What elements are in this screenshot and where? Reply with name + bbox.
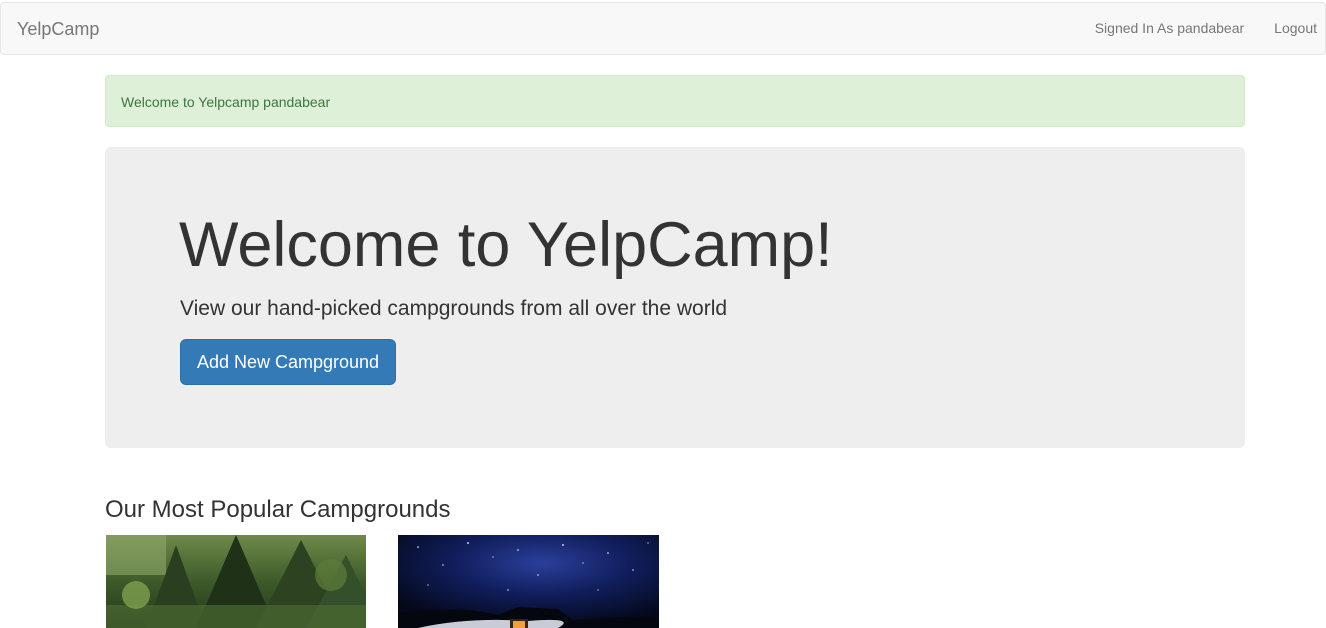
success-alert: Welcome to Yelpcamp pandabear bbox=[105, 75, 1245, 127]
forest-campground-image bbox=[106, 535, 366, 628]
page-title: Welcome to YelpCamp! bbox=[179, 210, 833, 280]
add-campground-button[interactable]: Add New Campground bbox=[180, 339, 396, 385]
alert-message: Welcome to Yelpcamp pandabear bbox=[121, 94, 331, 110]
navbar-right: Signed In As pandabear Logout bbox=[1095, 20, 1317, 36]
brand-link[interactable]: YelpCamp bbox=[17, 19, 99, 40]
section-title: Our Most Popular Campgrounds bbox=[105, 496, 451, 523]
signed-in-link[interactable]: Signed In As pandabear bbox=[1095, 20, 1244, 36]
navbar: YelpCamp Signed In As pandabear Logout bbox=[0, 2, 1326, 55]
jumbotron: Welcome to YelpCamp! View our hand-picke… bbox=[105, 147, 1245, 448]
logout-link[interactable]: Logout bbox=[1274, 20, 1317, 36]
night-sky-campground-image bbox=[398, 535, 659, 628]
campground-thumbnail[interactable] bbox=[106, 535, 366, 628]
campground-thumbnail[interactable] bbox=[398, 535, 659, 628]
page-subtitle: View our hand-picked campgrounds from al… bbox=[180, 297, 728, 320]
